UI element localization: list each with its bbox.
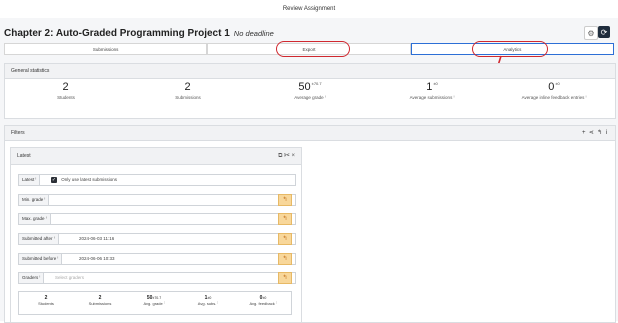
refresh-button[interactable]: ⟳ — [598, 26, 610, 38]
stat-sup: ±0 — [555, 81, 560, 86]
stat-value: 2 — [184, 81, 191, 93]
submitted-before-field[interactable]: Submitted before ⁱ 2024-06-06 10:33 — [18, 253, 296, 265]
general-statistics-title: General statistics — [5, 64, 615, 79]
stat-sup: ±0 — [433, 81, 438, 86]
export-highlight-oval — [276, 41, 350, 57]
undo-icon: ↰ — [282, 236, 288, 242]
undo-icon: ↰ — [282, 216, 288, 222]
latest-checkbox-label: Only use latest submissions — [61, 177, 118, 182]
graders-placeholder: Select graders — [55, 275, 85, 280]
info-icon[interactable]: i — [606, 130, 607, 136]
min-grade-label: Min. grade ⁱ — [19, 195, 50, 205]
min-grade-field[interactable]: Min. grade ⁱ 0 — [18, 194, 296, 206]
submitted-before-reset-button[interactable]: ↰ — [278, 253, 292, 265]
filters-toolbar: + ⋖ ↰ i — [582, 126, 607, 140]
substat-label: Avg. grade ⁱ — [143, 301, 165, 306]
stat-label: Average submissions ⁱ — [409, 95, 455, 100]
general-stats-row: 2 Students 2 Submissions 50±70.7 Average… — [5, 79, 615, 117]
stat-submissions: 2 Submissions — [127, 79, 249, 109]
share-icon[interactable]: ⋖ — [589, 130, 594, 136]
latest-checkbox-wrap: ✓ Only use latest submissions — [51, 175, 117, 185]
stat-value: 2 — [62, 81, 69, 93]
latest-panel-title: Latest — [17, 153, 31, 159]
general-statistics-card: General statistics 2 Students 2 Submissi… — [4, 63, 616, 119]
submitted-after-field[interactable]: Submitted after ⁱ 2024-06-03 11:16 — [18, 233, 296, 245]
graders-reset-button[interactable]: ↰ — [278, 272, 292, 284]
substat-sup: ±70.7 — [152, 296, 162, 300]
stat-label: Average inline feedback entries ⁱ — [521, 95, 587, 100]
filters-header: Filters + ⋖ ↰ i — [5, 126, 615, 141]
settings-button[interactable]: ⚙ — [584, 26, 598, 40]
graders-label: Graders ⁱ — [19, 273, 45, 283]
substat-label: Avg. feedback ⁱ — [249, 301, 277, 306]
stat-label: Students — [57, 95, 75, 100]
undo-icon: ↰ — [282, 275, 288, 281]
latest-panel-header: Latest ⧉ ✂ × — [11, 148, 301, 165]
max-grade-label: Max. grade ⁱ — [19, 214, 51, 224]
substat-sup: ±0 — [207, 296, 212, 300]
substat-avg-subs: 1±0 Avg. subs. ⁱ — [181, 295, 235, 306]
stat-label: Average grade ⁱ — [294, 95, 326, 100]
stat-value: 1 — [426, 81, 433, 93]
stat-value: 0 — [548, 81, 555, 93]
stat-sup: ±70.7 — [311, 81, 322, 86]
latest-checkbox[interactable]: ✓ — [51, 176, 57, 183]
window-title: Review Assignment — [282, 6, 336, 12]
max-grade-field[interactable]: Max. grade ⁱ 100 — [18, 213, 296, 225]
stat-average-grade: 50±70.7 Average grade ⁱ — [249, 79, 371, 109]
substat-students: 2 Students — [19, 295, 73, 306]
latest-row: Latest ⁱ ✓ Only use latest submissions — [18, 174, 296, 186]
add-filter-icon[interactable]: + — [582, 130, 586, 136]
submitted-before-value: 2024-06-06 10:33 — [79, 256, 115, 261]
submitted-before-label: Submitted before ⁱ — [19, 254, 63, 264]
stat-average-submissions: 1±0 Average submissions ⁱ — [371, 79, 493, 109]
close-icon[interactable]: × — [291, 153, 295, 159]
tab-submissions[interactable]: Submissions — [4, 43, 208, 55]
latest-label: Latest ⁱ — [19, 175, 41, 185]
substat-sup: ±0 — [262, 296, 267, 300]
reset-icon[interactable]: ↰ — [597, 130, 602, 136]
stat-label: Submissions — [175, 95, 201, 100]
stat-average-feedback: 0±0 Average inline feedback entries ⁱ — [493, 79, 615, 109]
submitted-after-reset-button[interactable]: ↰ — [278, 233, 292, 245]
copy-icon[interactable]: ⧉ — [278, 153, 282, 159]
undo-icon: ↰ — [282, 256, 288, 262]
latest-stats-row: 2 Students 2 Submissions 50±70.7 Avg. gr… — [18, 291, 292, 315]
submitted-after-label: Submitted after ⁱ — [19, 234, 59, 244]
split-icon[interactable]: ✂ — [284, 153, 290, 159]
deadline-label: No deadline — [233, 29, 274, 38]
window-title-bar: Review Assignment — [0, 0, 618, 19]
undo-icon: ↰ — [282, 197, 288, 203]
assignment-title: Chapter 2: Auto-Graded Programming Proje… — [4, 28, 230, 39]
substat-label: Students — [38, 301, 54, 306]
page-title: Chapter 2: Auto-Graded Programming Proje… — [4, 28, 274, 39]
gear-icon: ⚙ — [587, 28, 595, 38]
stat-students: 2 Students — [5, 79, 127, 109]
substat-label: Submissions — [88, 301, 112, 306]
max-grade-reset-button[interactable]: ↰ — [278, 213, 292, 225]
substat-avg-feedback: 0±0 Avg. feedback ⁱ — [235, 295, 291, 306]
refresh-icon: ⟳ — [600, 27, 608, 37]
substat-label: Avg. subs. ⁱ — [197, 301, 219, 306]
latest-panel-actions: ⧉ ✂ × — [278, 148, 295, 164]
min-grade-reset-button[interactable]: ↰ — [278, 194, 292, 206]
graders-select[interactable]: Graders ⁱ Select graders ⌄ — [18, 272, 296, 284]
substat-avg-grade: 50±70.7 Avg. grade ⁱ — [127, 295, 181, 306]
submitted-after-value: 2024-06-03 11:16 — [79, 236, 115, 241]
substat-submissions: 2 Submissions — [73, 295, 127, 306]
filters-title: Filters — [11, 130, 25, 136]
stat-value: 50 — [298, 81, 311, 93]
